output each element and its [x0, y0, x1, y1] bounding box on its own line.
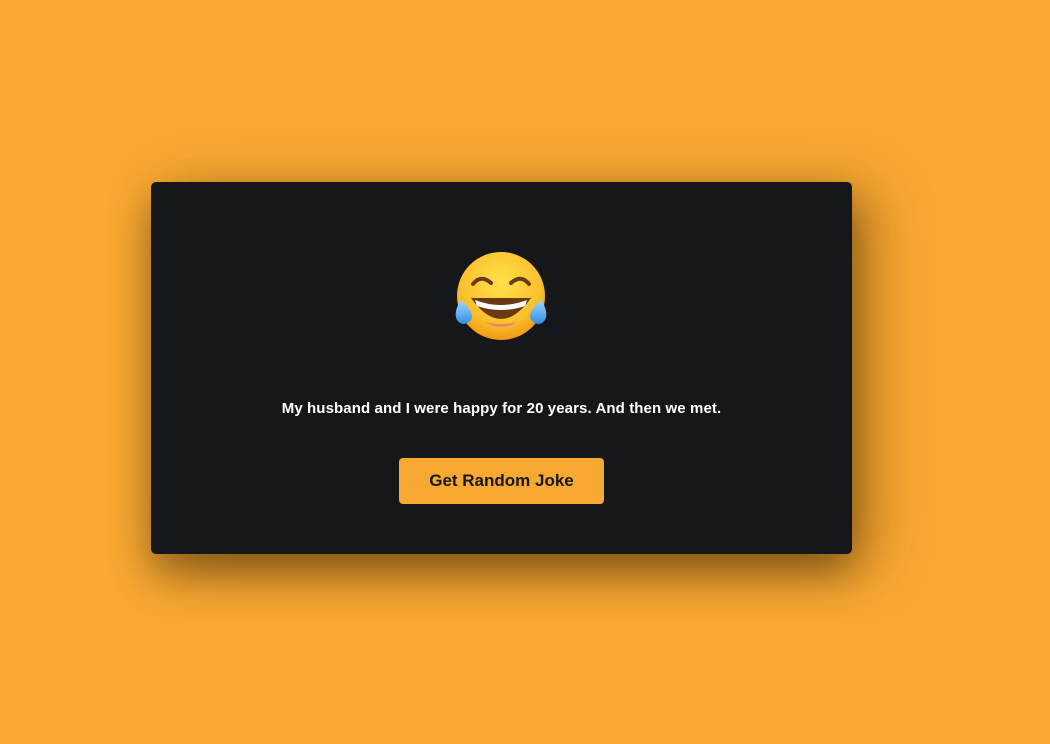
get-random-joke-button[interactable]: Get Random Joke — [399, 458, 604, 504]
joke-card: My husband and I were happy for 20 years… — [151, 182, 852, 554]
joke-text: My husband and I were happy for 20 years… — [281, 400, 722, 417]
face-with-tears-of-joy-icon — [451, 250, 551, 340]
